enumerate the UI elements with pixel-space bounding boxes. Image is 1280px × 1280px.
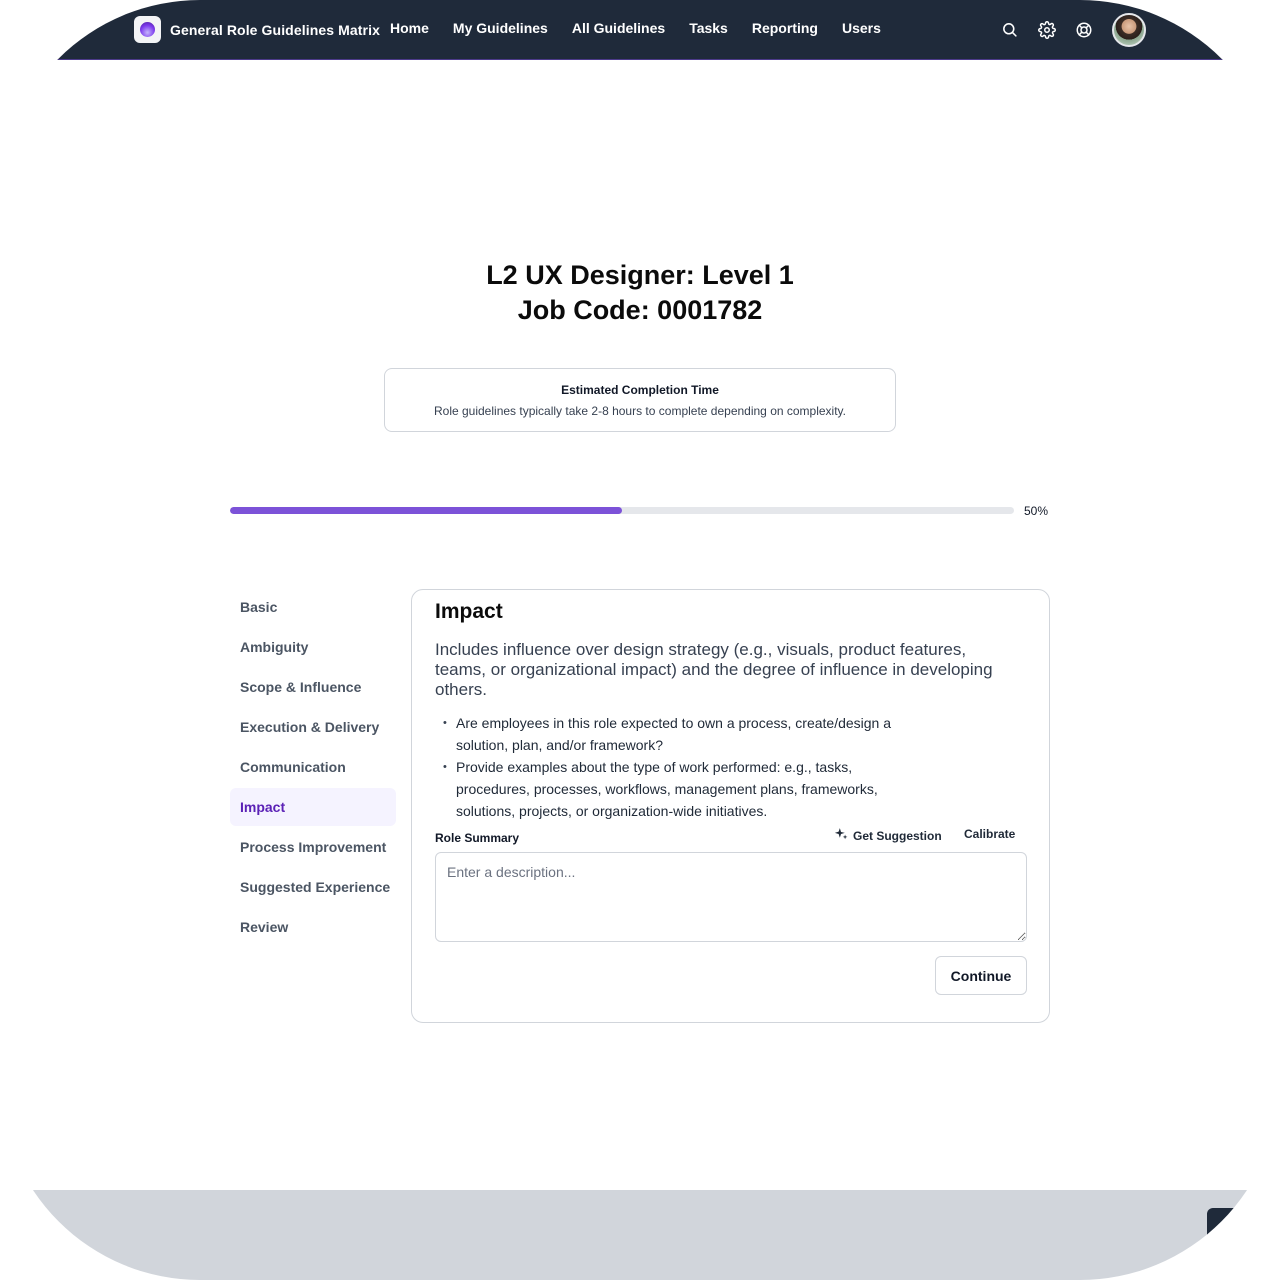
app-title: General Role Guidelines Matrix [170, 21, 380, 38]
step-process-improvement[interactable]: Process Improvement [230, 828, 396, 866]
help-icon[interactable] [1073, 19, 1094, 40]
progress-bar [230, 507, 1014, 514]
section-title: Impact [435, 600, 503, 623]
app-frame: General Role Guidelines Matrix Home My G… [0, 0, 1280, 1280]
page-title-role: L2 UX Designer: Level 1 [486, 260, 794, 290]
estimate-info-box: Estimated Completion Time Role guideline… [384, 368, 896, 432]
nav-link-users[interactable]: Users [842, 20, 881, 36]
nav-link-my-guidelines[interactable]: My Guidelines [453, 20, 548, 36]
gear-icon[interactable] [1036, 19, 1057, 40]
top-navbar: General Role Guidelines Matrix Home My G… [0, 0, 1280, 60]
step-basic[interactable]: Basic [230, 588, 396, 626]
step-ambiguity[interactable]: Ambiguity [230, 628, 396, 666]
estimate-description: Role guidelines typically take 2-8 hours… [433, 404, 846, 418]
nav-link-reporting[interactable]: Reporting [752, 20, 818, 36]
impact-card: Impact Includes influence over design st… [411, 589, 1050, 1023]
step-review[interactable]: Review [230, 908, 396, 946]
get-suggestion-button[interactable]: Get Suggestion [834, 827, 942, 844]
step-communication[interactable]: Communication [230, 748, 396, 786]
nav-link-home[interactable]: Home [390, 20, 429, 36]
step-impact[interactable]: Impact [230, 788, 396, 826]
footer-bar: Prev [0, 1190, 1280, 1280]
get-suggestion-label: Get Suggestion [853, 828, 942, 843]
step-suggested-experience[interactable]: Suggested Experience [230, 868, 396, 906]
page-title-job-code: Job Code: 0001782 [517, 295, 763, 325]
step-execution-delivery[interactable]: Execution & Delivery [230, 708, 396, 746]
brand[interactable]: General Role Guidelines Matrix [134, 16, 380, 43]
role-summary-input[interactable] [435, 852, 1027, 942]
main-nav: Home My Guidelines All Guidelines Tasks … [390, 20, 881, 36]
estimate-title: Estimated Completion Time [561, 383, 719, 397]
nav-icon-group [999, 19, 1094, 40]
sparkle-icon [834, 827, 848, 844]
progress-label: 50% [1024, 504, 1049, 518]
list-item: Are employees in this role expected to o… [443, 712, 903, 756]
progress-fill [230, 507, 622, 514]
search-icon[interactable] [999, 19, 1020, 40]
list-item: Provide examples about the type of work … [443, 756, 903, 822]
guidance-list: Are employees in this role expected to o… [443, 712, 903, 822]
app-logo-icon [134, 16, 161, 43]
calibrate-button[interactable]: Calibrate [964, 827, 1015, 841]
avatar[interactable] [1112, 13, 1146, 47]
nav-link-all-guidelines[interactable]: All Guidelines [572, 20, 665, 36]
nav-link-tasks[interactable]: Tasks [689, 20, 728, 36]
previous-button[interactable]: Prev [1207, 1208, 1280, 1259]
step-scope-influence[interactable]: Scope & Influence [230, 668, 396, 706]
page-title: L2 UX Designer: Level 1 Job Code: 000178… [0, 258, 1280, 328]
step-nav: Basic Ambiguity Scope & Influence Execut… [230, 588, 396, 948]
continue-button[interactable]: Continue [935, 956, 1027, 995]
role-summary-label: Role Summary [435, 831, 520, 845]
section-description: Includes influence over design strategy … [435, 640, 993, 699]
